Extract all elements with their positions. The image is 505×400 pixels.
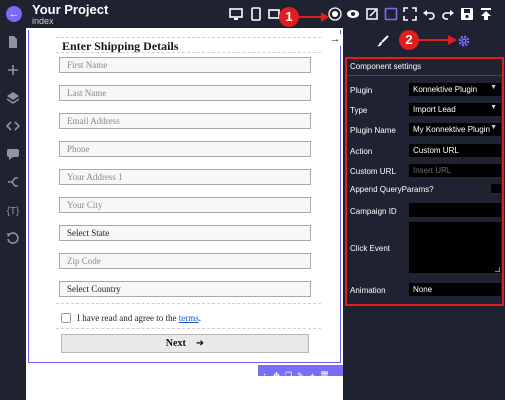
click-event-label: Click Event: [350, 244, 391, 253]
country-select[interactable]: Select Country: [59, 281, 311, 297]
settings-heading: Component settings: [350, 62, 422, 71]
divider: [347, 75, 502, 76]
desktop-view-icon[interactable]: [229, 7, 243, 21]
animation-select[interactable]: None: [409, 283, 501, 296]
append-queryparams-toggle[interactable]: [491, 184, 501, 193]
add-icon[interactable]: [5, 62, 21, 78]
action-label: Action: [350, 147, 373, 156]
email-field[interactable]: Email Address: [59, 113, 311, 129]
city-field[interactable]: Your City: [59, 197, 311, 213]
arrow-right-icon: ➜: [195, 338, 205, 349]
edit-icon[interactable]: ✎: [295, 370, 306, 381]
chevron-down-icon: ▼: [490, 84, 497, 91]
redo-icon[interactable]: [441, 7, 455, 21]
outline-toggle-icon[interactable]: [384, 7, 398, 21]
back-arrow-icon[interactable]: ←: [6, 6, 22, 22]
type-value: Import Lead: [413, 105, 456, 114]
annotation-arrow-2: [419, 35, 457, 45]
custom-url-label: Custom URL: [350, 167, 396, 176]
action-select[interactable]: Custom URL: [409, 144, 501, 157]
layers-icon[interactable]: [5, 90, 21, 106]
divider: [56, 303, 321, 304]
next-label: Next: [165, 338, 186, 349]
divider: [56, 52, 321, 53]
top-bar: ← Your Project index 1: [0, 0, 505, 28]
annotation-badge-1: 1: [279, 7, 299, 27]
custom-url-input[interactable]: Insert URL: [409, 164, 501, 177]
delete-icon[interactable]: 🗑: [319, 370, 330, 381]
plugin-value: Konnektive Plugin: [413, 85, 478, 94]
first-name-field[interactable]: First Name: [59, 57, 311, 73]
animation-label: Animation: [350, 286, 386, 295]
type-select[interactable]: Import Lead ▼: [409, 103, 501, 116]
chevron-down-icon: ▼: [490, 124, 497, 131]
share-icon[interactable]: [5, 174, 21, 190]
annotation-badge-2: 2: [399, 30, 419, 50]
append-queryparams-label: Append QueryParams?: [350, 185, 434, 194]
campaign-id-label: Campaign ID: [350, 207, 397, 216]
state-select[interactable]: Select State: [59, 225, 311, 241]
terms-link[interactable]: terms: [179, 313, 199, 323]
code-edit-icon[interactable]: [365, 7, 379, 21]
collapse-panel-button[interactable]: →: [327, 32, 343, 48]
plugin-name-select[interactable]: My Konnektive Plugin ▼: [409, 123, 501, 136]
element-toolbar: ↑ ✥ ❐ ✎ + 🗑: [258, 365, 343, 380]
tablet-view-icon[interactable]: [249, 7, 263, 21]
fullscreen-icon[interactable]: [403, 7, 417, 21]
settings-gear-icon[interactable]: [458, 35, 470, 47]
terms-checkbox[interactable]: [61, 313, 71, 323]
save-icon[interactable]: [460, 7, 474, 21]
last-name-field[interactable]: Last Name: [59, 85, 311, 101]
plugin-select[interactable]: Konnektive Plugin ▼: [409, 83, 501, 96]
code-icon[interactable]: [5, 118, 21, 134]
comment-icon[interactable]: [5, 146, 21, 162]
resize-handle-icon[interactable]: [495, 267, 500, 272]
project-title: Your Project: [32, 2, 109, 17]
campaign-id-input[interactable]: [409, 203, 501, 217]
action-value: Custom URL: [413, 146, 459, 155]
phone-field[interactable]: Phone: [59, 141, 311, 157]
add-element-icon[interactable]: +: [307, 370, 318, 381]
animation-value: None: [413, 285, 433, 294]
chevron-down-icon: ▼: [490, 104, 497, 111]
history-icon[interactable]: [5, 230, 21, 246]
page-name: index: [32, 16, 54, 26]
left-sidebar: {T}: [0, 28, 26, 400]
variables-icon[interactable]: {T}: [5, 204, 21, 220]
page-icon[interactable]: [5, 34, 21, 50]
publish-icon[interactable]: [479, 7, 493, 21]
next-button[interactable]: Next ➜: [61, 334, 309, 353]
divider: [56, 328, 321, 329]
annotation-arrow-1: [299, 12, 329, 22]
address-field[interactable]: Your Address 1: [59, 169, 311, 185]
terms-suffix: .: [198, 313, 201, 323]
style-brush-icon[interactable]: [376, 34, 390, 48]
copy-icon[interactable]: ❐: [283, 370, 294, 381]
terms-row: I have read and agree to the terms.: [56, 312, 311, 326]
plugin-name-label: Plugin Name: [350, 126, 396, 135]
type-label: Type: [350, 106, 368, 115]
click-event-textarea[interactable]: [409, 222, 501, 273]
terms-text: I have read and agree to the: [77, 313, 177, 323]
terms-label: I have read and agree to the terms.: [77, 313, 201, 323]
preview-eye-icon[interactable]: [346, 7, 360, 21]
plugin-label: Plugin: [350, 86, 373, 95]
target-icon[interactable]: [328, 7, 342, 21]
divider: [56, 37, 321, 38]
plugin-name-value: My Konnektive Plugin: [413, 125, 490, 134]
move-up-icon[interactable]: ↑: [259, 370, 270, 381]
undo-icon[interactable]: [422, 7, 436, 21]
drag-icon[interactable]: ✥: [271, 370, 282, 381]
zip-field[interactable]: Zip Code: [59, 253, 311, 269]
